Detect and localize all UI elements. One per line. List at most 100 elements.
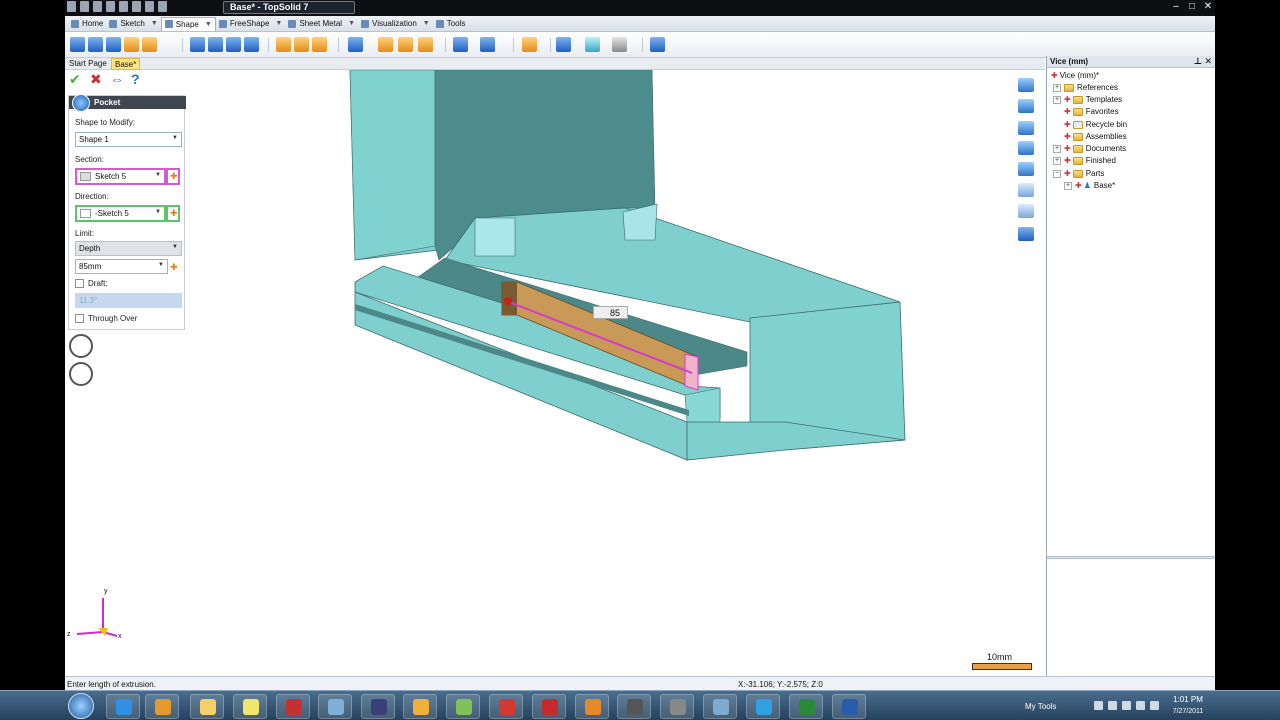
close-button[interactable]: ✕ xyxy=(1203,1,1213,12)
extrude-icon[interactable] xyxy=(70,37,85,52)
tree-item-assemblies[interactable]: ✚ Assemblies xyxy=(1064,131,1127,142)
tree-item-favorites[interactable]: ✚ Favorites xyxy=(1064,106,1119,117)
print-icon[interactable] xyxy=(106,1,115,12)
tree-item-parts[interactable]: − ✚ Parts xyxy=(1053,168,1104,179)
tab-visualization[interactable]: Visualization ▼ xyxy=(358,17,433,31)
draft-angle-input[interactable]: 11.3° xyxy=(75,293,182,308)
tab-base[interactable]: Base* xyxy=(111,58,141,70)
draft-checkbox[interactable] xyxy=(75,279,84,288)
view-cube-icon[interactable] xyxy=(1018,227,1034,241)
start-button[interactable] xyxy=(68,693,94,719)
dropdown-icon[interactable]: ▼ xyxy=(151,20,158,27)
zoom-fit-icon[interactable] xyxy=(1018,121,1034,135)
expand-icon[interactable]: + xyxy=(1053,95,1061,104)
walk-icon[interactable] xyxy=(1018,141,1034,155)
tree-item-templates[interactable]: + ✚ Templates xyxy=(1053,94,1122,105)
cancel-icon[interactable]: ✖ xyxy=(90,71,102,88)
open-icon[interactable] xyxy=(80,1,89,12)
hole-icon[interactable] xyxy=(244,37,259,52)
draft-icon[interactable] xyxy=(312,37,327,52)
save-icon[interactable] xyxy=(93,1,102,12)
minimize-button[interactable]: – xyxy=(1171,1,1181,12)
help-icon[interactable]: ? xyxy=(131,71,140,87)
expand-icon[interactable]: + xyxy=(1053,144,1061,153)
unite-icon[interactable] xyxy=(378,37,393,52)
tree-item-vice[interactable]: ✚ Vice (mm)* xyxy=(1051,70,1099,81)
collapsed-operation-icon[interactable] xyxy=(69,334,93,358)
pin-icon[interactable]: ⇔ xyxy=(110,71,124,87)
rotate-icon[interactable] xyxy=(1018,99,1034,113)
analysis-icon[interactable] xyxy=(650,37,665,52)
section-pick-button[interactable]: ✚ xyxy=(166,168,180,185)
expand-icon[interactable]: + xyxy=(1053,83,1061,92)
dropdown-icon[interactable]: ▼ xyxy=(348,20,355,27)
split-icon[interactable] xyxy=(453,37,468,52)
shape-to-modify-select[interactable]: Shape 1 ▼ xyxy=(75,132,182,147)
taskbar-topsolid7[interactable] xyxy=(403,694,437,719)
taskbar-excel[interactable] xyxy=(789,694,823,719)
taskbar-ie[interactable] xyxy=(106,694,140,719)
depth-pick-icon[interactable]: ✚ xyxy=(170,263,178,272)
taskbar-explorer[interactable] xyxy=(190,694,224,719)
maximize-button[interactable]: □ xyxy=(1187,1,1197,12)
taskbar-network[interactable] xyxy=(703,694,737,719)
through-over-checkbox[interactable] xyxy=(75,314,84,323)
tree-item-finished[interactable]: + ✚ Finished xyxy=(1053,155,1116,166)
tab-home[interactable]: Home xyxy=(68,17,106,31)
revolve-icon[interactable] xyxy=(88,37,103,52)
refresh-icon[interactable] xyxy=(158,1,167,12)
redo-icon[interactable] xyxy=(132,1,141,12)
zoom-in-icon[interactable] xyxy=(1018,183,1034,197)
transform-icon[interactable] xyxy=(612,37,627,52)
tree-item-references[interactable]: + References xyxy=(1053,82,1118,93)
new-document-icon[interactable] xyxy=(67,1,76,12)
pattern-icon[interactable] xyxy=(556,37,571,52)
taskbar-media[interactable] xyxy=(575,694,609,719)
tab-sheet-metal[interactable]: Sheet Metal ▼ xyxy=(285,17,358,31)
section-select[interactable]: Sketch 5 ▼ xyxy=(75,168,166,185)
pan-icon[interactable] xyxy=(1018,78,1034,92)
tab-freeshape[interactable]: FreeShape ▼ xyxy=(216,17,286,31)
start-point-marker[interactable] xyxy=(504,297,512,305)
boss-icon[interactable] xyxy=(208,37,223,52)
pen-icon[interactable] xyxy=(145,1,154,12)
clock-date[interactable]: 7/27/2011 xyxy=(1165,708,1211,715)
tree-item-base[interactable]: + ✚ ♟ Base* xyxy=(1064,180,1115,191)
panel-controls[interactable]: ⊥ ✕ xyxy=(1194,56,1212,67)
taskbar-notes[interactable] xyxy=(233,694,267,719)
dimension-label[interactable]: 85 xyxy=(593,306,628,319)
viewports-icon[interactable] xyxy=(1018,162,1034,176)
panel-splitter[interactable] xyxy=(1047,556,1215,559)
color-icon[interactable] xyxy=(522,37,537,52)
ok-icon[interactable]: ✔ xyxy=(69,71,81,88)
taskbar-outlook[interactable] xyxy=(145,694,179,719)
model-canvas[interactable] xyxy=(65,70,1045,676)
dropdown-icon[interactable]: ▼ xyxy=(205,21,212,28)
3d-viewport[interactable]: 85 y x z xyxy=(65,70,1045,676)
intersect-icon[interactable] xyxy=(418,37,433,52)
tray-network-icon[interactable] xyxy=(1122,701,1131,710)
sweep-icon[interactable] xyxy=(106,37,121,52)
my-tools-toolbar[interactable]: My Tools xyxy=(1025,702,1056,711)
expand-icon[interactable]: + xyxy=(1053,156,1061,165)
loft-icon[interactable] xyxy=(124,37,139,52)
direction-pick-button[interactable]: ✚ xyxy=(166,205,180,222)
tray-volume-icon[interactable] xyxy=(1136,701,1145,710)
taskbar-tool[interactable] xyxy=(617,694,651,719)
collapse-icon[interactable]: − xyxy=(1053,169,1061,178)
taskbar-filezilla[interactable] xyxy=(532,694,566,719)
fillet-icon[interactable] xyxy=(276,37,291,52)
tab-start-page[interactable]: Start Page xyxy=(66,58,110,70)
taskbar-globe[interactable] xyxy=(361,694,395,719)
taskbar-app[interactable] xyxy=(660,694,694,719)
subtract-icon[interactable] xyxy=(398,37,413,52)
expand-icon[interactable]: + xyxy=(1064,181,1072,190)
taskbar-skype[interactable] xyxy=(746,694,780,719)
dropdown-icon[interactable]: ▼ xyxy=(423,20,430,27)
tray-flag-icon[interactable] xyxy=(1094,701,1103,710)
tree-item-documents[interactable]: + ✚ Documents xyxy=(1053,143,1126,154)
direction-select[interactable]: -Sketch 5 ▼ xyxy=(75,205,166,222)
tab-sketch[interactable]: Sketch ▼ xyxy=(106,17,160,31)
taskbar-topsolid[interactable] xyxy=(276,694,310,719)
zoom-out-icon[interactable] xyxy=(1018,204,1034,218)
